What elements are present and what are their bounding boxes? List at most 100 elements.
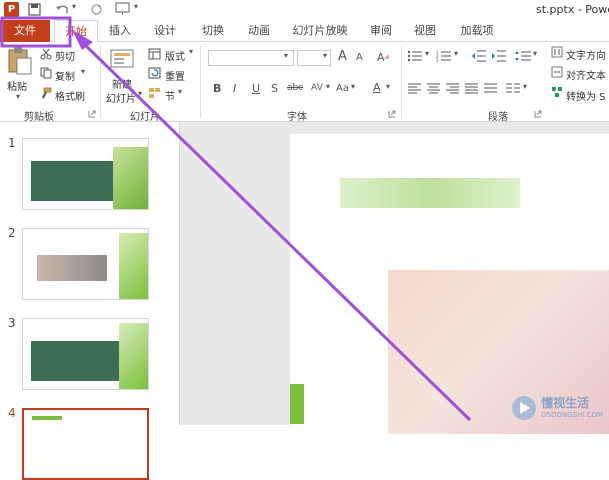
- align-center-icon[interactable]: [427, 83, 440, 94]
- line-spacing-dropdown-icon[interactable]: ▾: [533, 49, 537, 58]
- clipboard-group-label: 剪贴板: [24, 108, 54, 123]
- thumbnail-image: [37, 255, 107, 281]
- new-slide-label-line2[interactable]: 幻灯片: [106, 90, 136, 105]
- text-direction-icon[interactable]: [551, 46, 563, 58]
- copy-dropdown-icon[interactable]: ▾: [81, 67, 85, 76]
- convert-smartart-label[interactable]: 转换为 S: [566, 88, 606, 103]
- font-color-button[interactable]: A: [373, 81, 381, 94]
- section-dropdown-icon[interactable]: ▾: [178, 87, 182, 96]
- dialog-launcher-icon[interactable]: [88, 110, 96, 118]
- current-slide[interactable]: [290, 134, 609, 434]
- ribbon-home: 粘贴 ▾ 剪切 复制 ▾ 格式刷 剪贴板 新建 幻灯片 ▾ 版式 ▾ 重置 节 …: [0, 42, 609, 122]
- slide-thumbnail[interactable]: [22, 228, 149, 300]
- tab-file[interactable]: 文件: [0, 20, 50, 42]
- format-painter-icon[interactable]: [40, 87, 52, 99]
- cut-label[interactable]: 剪切: [55, 48, 75, 63]
- layout-icon[interactable]: [148, 48, 161, 60]
- shadow-button[interactable]: S: [271, 82, 278, 95]
- redo-icon[interactable]: [90, 3, 103, 16]
- slide-thumbnail[interactable]: [22, 138, 149, 210]
- slide-thumbnail[interactable]: [22, 318, 149, 390]
- thumbnail-image: [31, 341, 121, 381]
- tab-slideshow[interactable]: 幻灯片放映: [286, 20, 354, 42]
- layout-label[interactable]: 版式: [165, 48, 185, 63]
- decrease-indent-icon[interactable]: [472, 50, 486, 62]
- ribbon-separator: [200, 46, 201, 118]
- reset-label[interactable]: 重置: [165, 68, 185, 83]
- slide-title-placeholder[interactable]: [340, 178, 520, 208]
- window-title: st.pptx - Powe: [536, 3, 609, 16]
- slide-editor: [180, 122, 609, 425]
- font-size-dropdown-icon[interactable]: ▾: [323, 51, 327, 60]
- copy-label[interactable]: 复制: [55, 68, 75, 83]
- grow-font-icon[interactable]: A: [338, 49, 347, 64]
- underline-button[interactable]: U: [252, 82, 260, 95]
- text-direction-label[interactable]: 文字方向: [566, 47, 606, 62]
- shrink-font-icon[interactable]: A: [356, 52, 363, 63]
- align-text-icon[interactable]: [551, 66, 563, 78]
- ribbon-separator: [100, 46, 101, 118]
- section-icon[interactable]: [148, 87, 161, 99]
- line-spacing-icon[interactable]: [515, 50, 531, 62]
- justify-icon[interactable]: [465, 83, 478, 94]
- font-family-dropdown-icon[interactable]: ▾: [284, 51, 288, 60]
- distributed-icon[interactable]: [484, 83, 497, 94]
- tab-transitions[interactable]: 切换: [194, 20, 232, 42]
- tab-view[interactable]: 视图: [406, 20, 444, 42]
- thumbnail-image: [119, 233, 149, 299]
- slide-thumbnail-selected[interactable]: [22, 408, 149, 480]
- increase-indent-icon[interactable]: [492, 50, 506, 62]
- dialog-launcher-icon[interactable]: [388, 110, 396, 118]
- bullets-icon[interactable]: [407, 50, 423, 62]
- tab-animations[interactable]: 动画: [240, 20, 278, 42]
- new-slide-dropdown-icon[interactable]: ▾: [138, 89, 142, 98]
- bold-button[interactable]: B: [213, 82, 221, 95]
- italic-button[interactable]: I: [233, 82, 236, 95]
- save-icon[interactable]: [28, 3, 41, 16]
- align-right-icon[interactable]: [446, 83, 459, 94]
- reset-icon[interactable]: [148, 67, 161, 79]
- watermark-brand: 懂视生活: [541, 397, 603, 409]
- strikethrough-button[interactable]: abc: [287, 83, 303, 93]
- character-spacing-dropdown-icon[interactable]: ▾: [326, 82, 330, 91]
- font-group-label: 字体: [287, 108, 307, 123]
- character-spacing-button[interactable]: AV: [311, 83, 323, 93]
- ribbon-separator: [401, 46, 402, 118]
- format-painter-label[interactable]: 格式刷: [55, 88, 85, 103]
- start-slideshow-icon[interactable]: [115, 2, 130, 16]
- change-case-dropdown-icon[interactable]: ▾: [351, 82, 355, 91]
- paragraph-group-label: 段落: [488, 108, 508, 123]
- paste-dropdown-icon[interactable]: ▾: [16, 92, 20, 101]
- cut-icon[interactable]: [40, 48, 52, 60]
- align-text-label[interactable]: 对齐文本: [566, 67, 606, 82]
- change-case-button[interactable]: Aa: [336, 83, 349, 94]
- tab-addins[interactable]: 加载项: [452, 20, 502, 42]
- convert-smartart-icon[interactable]: [551, 86, 563, 98]
- copy-icon[interactable]: [40, 67, 52, 79]
- paste-label[interactable]: 粘贴: [7, 78, 27, 93]
- align-left-icon[interactable]: [408, 83, 421, 94]
- font-color-dropdown-icon[interactable]: ▾: [386, 82, 390, 91]
- new-slide-icon[interactable]: [110, 47, 136, 71]
- section-label[interactable]: 节: [165, 88, 175, 103]
- tab-home[interactable]: 开始: [54, 20, 98, 43]
- layout-dropdown-icon[interactable]: ▾: [189, 47, 193, 56]
- numbering-dropdown-icon[interactable]: ▾: [454, 49, 458, 58]
- tab-insert[interactable]: 插入: [102, 20, 138, 42]
- undo-icon[interactable]: [55, 3, 69, 16]
- tab-review[interactable]: 审阅: [362, 20, 400, 42]
- undo-dropdown-icon[interactable]: ▾: [72, 2, 76, 11]
- new-slide-label-line1[interactable]: 新建: [112, 76, 132, 91]
- numbering-icon[interactable]: 123: [436, 50, 452, 62]
- watermark-domain: DSDONGSHI.COM: [541, 409, 603, 421]
- clear-formatting-icon[interactable]: A: [376, 50, 390, 64]
- font-family-combobox[interactable]: [208, 50, 294, 66]
- bullets-dropdown-icon[interactable]: ▾: [425, 49, 429, 58]
- title-bar: P ▾ ▾ st.pptx - Powe: [0, 0, 609, 20]
- dialog-launcher-icon[interactable]: [534, 110, 542, 118]
- paste-icon[interactable]: [7, 46, 33, 76]
- customize-qat-icon[interactable]: ▾: [134, 2, 138, 11]
- columns-icon[interactable]: [506, 83, 520, 94]
- columns-dropdown-icon[interactable]: ▾: [523, 82, 527, 91]
- tab-design[interactable]: 设计: [146, 20, 184, 42]
